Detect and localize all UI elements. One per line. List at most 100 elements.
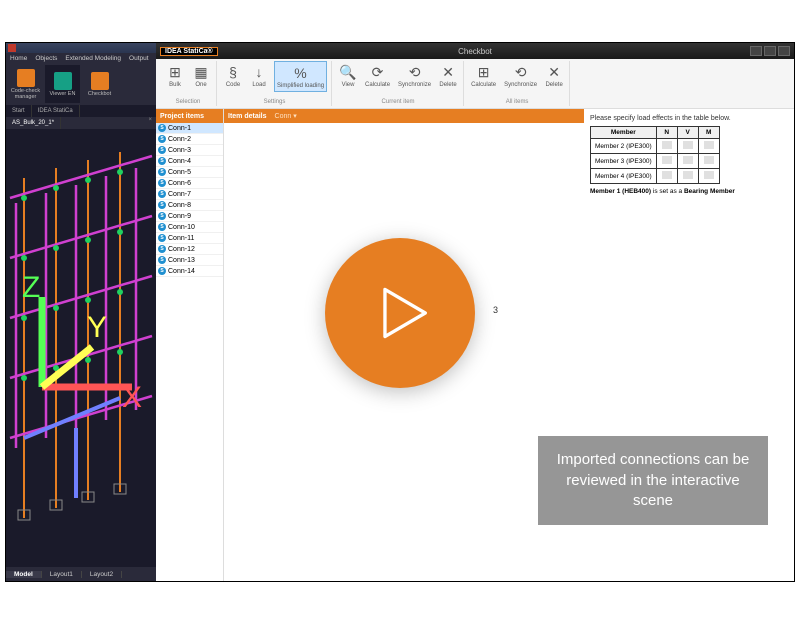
cell-member: Member 4 (IPE300) [591, 169, 657, 184]
project-item[interactable]: SConn-10 [156, 222, 223, 233]
tab-idea-statica[interactable]: IDEA StatiCa [32, 105, 80, 117]
load-input-icon [683, 141, 693, 149]
project-item-name: Conn-9 [168, 213, 191, 220]
layout-tab-2[interactable]: Layout2 [82, 571, 122, 578]
axes-gizmo-icon: Z X Y [12, 129, 156, 561]
close-button[interactable] [778, 46, 790, 56]
tab-start[interactable]: Start [6, 105, 32, 117]
ribbon-calc1-button[interactable]: ⟳Calculate [363, 61, 392, 90]
minimize-button[interactable] [750, 46, 762, 56]
sync2-icon: ⟲ [512, 63, 530, 81]
th-v: V [677, 127, 698, 139]
cell-v[interactable] [677, 169, 698, 184]
project-item[interactable]: SConn-5 [156, 167, 223, 178]
cell-m[interactable] [698, 139, 719, 154]
table-row: Member 4 (IPE300) [591, 169, 720, 184]
ribbon-btn-label: Simplified loading [277, 83, 324, 89]
item-details-header: Item details Conn ▾ [224, 109, 584, 123]
ribbon-calc2-button[interactable]: ⊞Calculate [469, 61, 498, 90]
status-dot-icon: S [158, 223, 166, 231]
project-items-list[interactable]: SConn-1SConn-2SConn-3SConn-4SConn-5SConn… [156, 123, 223, 581]
close-tab-icon[interactable]: × [144, 117, 156, 129]
ribbon-btn-label: Bulk [169, 82, 181, 88]
checkbot-icon [91, 72, 109, 90]
project-item[interactable]: SConn-11 [156, 233, 223, 244]
project-item[interactable]: SConn-6 [156, 178, 223, 189]
project-item[interactable]: SConn-8 [156, 200, 223, 211]
project-item-name: Conn-3 [168, 147, 191, 154]
ribbon-view-button[interactable]: 🔍View [337, 61, 359, 90]
bearing-member-note: Member 1 (HEB400) is set as a Bearing Me… [590, 188, 788, 195]
window-controls [750, 46, 790, 56]
cell-member: Member 2 (IPE300) [591, 139, 657, 154]
status-dot-icon: S [158, 256, 166, 264]
cad-layout-tabs: Model Layout1 Layout2 [6, 567, 156, 581]
project-item[interactable]: SConn-13 [156, 255, 223, 266]
load-input-icon [662, 141, 672, 149]
cad-3d-viewport[interactable]: Z X Y [6, 129, 156, 567]
ribbon-group: §Code↓Load%Simplified loadingSettings [218, 61, 332, 106]
project-item[interactable]: SConn-9 [156, 211, 223, 222]
ribbon-code-button[interactable]: §Code [222, 61, 244, 90]
cell-n[interactable] [656, 154, 677, 169]
ribbon-bulk-button[interactable]: ⊞Bulk [164, 61, 186, 90]
ribbon-sync1-button[interactable]: ⟲Synchronize [396, 61, 433, 90]
ribbon-group-label: All items [469, 98, 565, 106]
ribbon-btn-label: Delete [545, 82, 562, 88]
project-item[interactable]: SConn-3 [156, 145, 223, 156]
project-item[interactable]: SConn-1 [156, 123, 223, 134]
status-dot-icon: S [158, 157, 166, 165]
cell-n[interactable] [656, 139, 677, 154]
th-n: N [656, 127, 677, 139]
maximize-button[interactable] [764, 46, 776, 56]
ribbon-label: Viewer EN [50, 91, 76, 97]
project-item[interactable]: SConn-4 [156, 156, 223, 167]
ribbon-checkbot[interactable]: Checkbot [82, 65, 117, 103]
project-item[interactable]: SConn-12 [156, 244, 223, 255]
svg-text:X: X [122, 381, 142, 414]
bulk-icon: ⊞ [166, 63, 184, 81]
project-item-name: Conn-1 [168, 125, 191, 132]
menu-ext-modeling[interactable]: Extended Modeling [65, 55, 121, 62]
cell-v[interactable] [677, 154, 698, 169]
project-item[interactable]: SConn-14 [156, 266, 223, 277]
window-title: Checkbot [458, 47, 492, 56]
layout-tab-1[interactable]: Layout1 [42, 571, 82, 578]
ribbon-del2-button[interactable]: ✕Delete [543, 61, 565, 90]
ribbon-viewer[interactable]: Viewer EN [45, 65, 80, 103]
ribbon-label: Code-check manager [8, 88, 43, 100]
play-button[interactable] [325, 238, 475, 388]
layout-tab-model[interactable]: Model [6, 571, 42, 578]
load-icon: ↓ [250, 63, 268, 81]
status-dot-icon: S [158, 179, 166, 187]
ribbon-sync2-button[interactable]: ⟲Synchronize [502, 61, 539, 90]
cell-v[interactable] [677, 139, 698, 154]
project-item[interactable]: SConn-7 [156, 189, 223, 200]
ribbon-load-button[interactable]: ↓Load [248, 61, 270, 90]
ribbon-one-button[interactable]: ▦One [190, 61, 212, 90]
status-dot-icon: S [158, 234, 166, 242]
cell-m[interactable] [698, 169, 719, 184]
ribbon-simplified-button[interactable]: %Simplified loading [274, 61, 327, 92]
menu-output[interactable]: Output [129, 55, 149, 62]
calc2-icon: ⊞ [475, 63, 493, 81]
axis-marker-3: 3 [493, 305, 498, 315]
code-icon: § [224, 63, 242, 81]
cell-n[interactable] [656, 169, 677, 184]
item-dropdown[interactable]: Conn ▾ [275, 112, 297, 120]
menu-objects[interactable]: Objects [35, 55, 57, 62]
project-item[interactable]: SConn-2 [156, 134, 223, 145]
ribbon-btn-label: View [342, 82, 355, 88]
menu-home[interactable]: Home [10, 55, 27, 62]
status-dot-icon: S [158, 146, 166, 154]
project-item-name: Conn-11 [168, 235, 194, 242]
view-icon: 🔍 [339, 63, 357, 81]
cell-m[interactable] [698, 154, 719, 169]
ribbon-btn-label: Load [252, 82, 265, 88]
load-input-icon [704, 171, 714, 179]
ribbon-code-check[interactable]: Code-check manager [8, 65, 43, 103]
file-tab[interactable]: AS_Bulk_20_1* [6, 117, 61, 129]
ribbon-del1-button[interactable]: ✕Delete [437, 61, 459, 90]
th-member: Member [591, 127, 657, 139]
table-row: Member 2 (IPE300) [591, 139, 720, 154]
